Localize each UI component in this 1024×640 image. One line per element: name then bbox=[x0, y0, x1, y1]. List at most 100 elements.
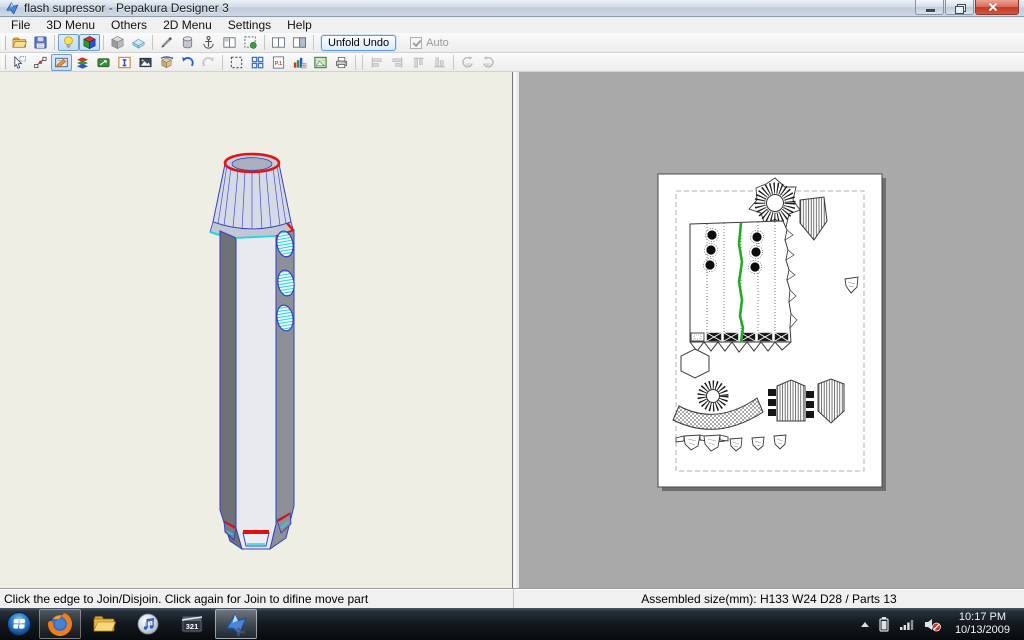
status-bar: Click the edge to Join/Disjoin. Click ag… bbox=[0, 588, 1024, 608]
menu-3d[interactable]: 3D Menu bbox=[38, 18, 103, 33]
part-hexagon-base[interactable] bbox=[680, 348, 710, 379]
zoom-selection-icon bbox=[230, 56, 243, 68]
unfold-undo-button[interactable]: Unfold Undo bbox=[321, 34, 397, 51]
taskbar-explorer[interactable] bbox=[83, 609, 125, 639]
insert-image-button[interactable] bbox=[135, 54, 156, 71]
solid-view-button[interactable] bbox=[107, 34, 128, 51]
rotate-box-button[interactable] bbox=[156, 54, 177, 71]
select-parts-button[interactable] bbox=[240, 34, 261, 51]
auto-checkbox[interactable] bbox=[410, 36, 423, 49]
restore-button[interactable] bbox=[945, 0, 974, 15]
pepakura-window: flash supressor - Pepakura Designer 3 Fi… bbox=[0, 0, 1024, 640]
3d-viewport[interactable] bbox=[0, 72, 513, 588]
menu-settings[interactable]: Settings bbox=[220, 18, 279, 33]
close-button[interactable] bbox=[975, 0, 1019, 15]
cursor-icon bbox=[14, 55, 27, 69]
rotate-left-label: 90 bbox=[465, 61, 471, 66]
material-colors-button[interactable] bbox=[72, 54, 93, 71]
select-object-button[interactable] bbox=[9, 54, 30, 71]
select-edge-button[interactable] bbox=[30, 54, 51, 71]
part-main-body[interactable] bbox=[689, 220, 798, 353]
toolbar-grip[interactable] bbox=[2, 35, 6, 50]
divided-window-icon bbox=[223, 37, 236, 48]
gray-cube-icon bbox=[111, 36, 124, 50]
taskbar-itunes[interactable] bbox=[127, 609, 169, 639]
divided-window-button[interactable] bbox=[219, 34, 240, 51]
measure-icon bbox=[97, 57, 110, 67]
system-tray: 10:17 PM 10/13/2009 bbox=[860, 608, 1024, 640]
flat-view-button[interactable] bbox=[128, 34, 149, 51]
light-toggle-button[interactable] bbox=[58, 34, 79, 51]
title-bar[interactable]: flash supressor - Pepakura Designer 3 bbox=[0, 0, 1024, 17]
save-button[interactable] bbox=[30, 34, 51, 51]
page-number-button[interactable]: P.1 bbox=[268, 54, 289, 71]
toolbar-main: Unfold Undo Auto bbox=[0, 33, 1024, 53]
cylinder-tool-button[interactable] bbox=[177, 34, 198, 51]
textured-view-button[interactable] bbox=[79, 34, 100, 51]
model-top-cone[interactable] bbox=[209, 152, 295, 241]
toolbar-edit: P.1 90 90 bbox=[0, 53, 1024, 72]
undo-icon bbox=[182, 56, 194, 66]
align-top-button[interactable] bbox=[408, 54, 429, 71]
redo-button[interactable] bbox=[198, 54, 219, 71]
undo-button[interactable] bbox=[177, 54, 198, 71]
pen-tool-button[interactable] bbox=[156, 34, 177, 51]
menu-others[interactable]: Others bbox=[103, 18, 155, 33]
taskbar-media-player-classic[interactable]: 321 bbox=[171, 609, 213, 639]
network-signal-icon[interactable] bbox=[899, 617, 915, 631]
menu-file[interactable]: File bbox=[3, 18, 38, 33]
2d-viewport[interactable] bbox=[519, 72, 1024, 588]
save-icon bbox=[34, 36, 47, 49]
edit-pattern-button[interactable] bbox=[51, 53, 72, 71]
align-bottom-button[interactable] bbox=[429, 54, 450, 71]
right-pane-layout-button[interactable] bbox=[289, 34, 310, 51]
hidden-icons-chevron[interactable] bbox=[860, 621, 869, 627]
printer-icon bbox=[335, 56, 348, 68]
print-preview-button[interactable] bbox=[310, 54, 331, 71]
material-colors-icon bbox=[76, 56, 89, 69]
rotate-box-icon bbox=[160, 55, 173, 68]
rotate-right-90-button[interactable]: 90 bbox=[478, 54, 499, 71]
model-vent-holes[interactable] bbox=[275, 230, 296, 332]
export-image-button[interactable] bbox=[289, 54, 310, 71]
taskbar-firefox[interactable] bbox=[39, 609, 81, 639]
rotate-right-label: 90 bbox=[486, 61, 492, 66]
color-cube-icon bbox=[83, 36, 96, 50]
align-top-icon bbox=[413, 57, 424, 68]
arrange-parts-button[interactable] bbox=[247, 54, 268, 71]
tray-clock[interactable]: 10:17 PM 10/13/2009 bbox=[951, 609, 1014, 639]
open-folder-button[interactable] bbox=[9, 34, 30, 51]
zoom-selection-button[interactable] bbox=[226, 54, 247, 71]
insert-text-button[interactable] bbox=[114, 54, 135, 71]
3d-model-flash-suppressor[interactable] bbox=[0, 72, 513, 588]
cylinder-icon bbox=[182, 36, 193, 49]
two-pane-icon bbox=[271, 37, 286, 48]
measure-tool-button[interactable] bbox=[93, 54, 114, 71]
toolbar-grip-2[interactable] bbox=[2, 55, 6, 69]
windows-taskbar: 321 10:17 PM 10/13/2009 bbox=[0, 608, 1024, 640]
status-message: Click the edge to Join/Disjoin. Click ag… bbox=[0, 589, 514, 608]
rotate-left-90-button[interactable]: 90 bbox=[457, 54, 478, 71]
window-title: flash supressor - Pepakura Designer 3 bbox=[24, 1, 229, 15]
menu-2d[interactable]: 2D Menu bbox=[155, 18, 220, 33]
mpc-321-icon: 321 bbox=[181, 615, 203, 633]
align-right-icon bbox=[392, 56, 403, 68]
align-bottom-icon bbox=[434, 56, 445, 67]
minimize-button[interactable] bbox=[915, 0, 944, 15]
anchor-tool-button[interactable] bbox=[198, 34, 219, 51]
two-pane-layout-button[interactable] bbox=[268, 34, 289, 51]
auto-checkbox-group: Auto bbox=[410, 36, 449, 49]
align-left-button[interactable] bbox=[366, 54, 387, 71]
windows-orb-icon bbox=[7, 612, 31, 636]
pen-icon bbox=[161, 36, 173, 48]
align-right-button[interactable] bbox=[387, 54, 408, 71]
menu-help[interactable]: Help bbox=[279, 18, 320, 33]
battery-icon[interactable] bbox=[878, 616, 890, 632]
volume-muted-icon[interactable] bbox=[924, 617, 942, 632]
app-icon[interactable] bbox=[5, 1, 19, 15]
taskbar-pepakura[interactable] bbox=[215, 609, 257, 639]
arrange-parts-icon bbox=[251, 56, 264, 68]
start-button[interactable] bbox=[0, 608, 38, 640]
tray-time: 10:17 PM bbox=[958, 611, 1007, 623]
print-button[interactable] bbox=[331, 54, 352, 71]
